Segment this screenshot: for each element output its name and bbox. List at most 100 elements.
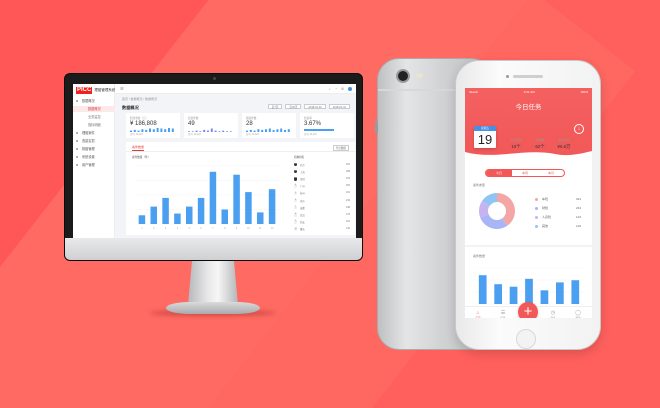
- app-logo[interactable]: PICC 理赔管理系统: [76, 87, 115, 94]
- stat-value: 10个: [511, 144, 521, 149]
- kpi-foot: 日均 12,423: [246, 133, 259, 136]
- kpi-card[interactable]: 结案件数 49 日均 12,423: [184, 113, 238, 138]
- rank-row[interactable]: 2 上海 298: [294, 169, 350, 175]
- rank-row[interactable]: 8 武汉 176: [294, 212, 350, 218]
- stat-label: 已完成: [535, 138, 545, 142]
- avatar[interactable]: [348, 86, 352, 91]
- menu-icon[interactable]: ☰: [120, 86, 124, 91]
- home-button[interactable]: [516, 329, 536, 349]
- spark-bar: [207, 130, 209, 132]
- x-tick-label: 7: [212, 227, 214, 230]
- rank-row[interactable]: 3 深圳 276: [294, 176, 350, 182]
- sidebar-item-label: 业务监控: [88, 115, 101, 119]
- chart-bar: [209, 171, 217, 224]
- rank-name: 成都: [300, 206, 305, 210]
- tab-item[interactable]: ◷消息: [543, 310, 563, 318]
- rank-row[interactable]: 10 重庆 132: [294, 227, 350, 233]
- menu-item-icon: [76, 155, 79, 159]
- sidebar-item[interactable]: 业务监控: [73, 114, 115, 120]
- legend-name: 财险: [542, 206, 549, 210]
- rank-value: 132: [346, 227, 350, 231]
- tab-item[interactable]: ◯我的: [568, 310, 588, 318]
- segment-1[interactable]: 本周: [512, 170, 538, 176]
- end-date-input[interactable]: 2018-01-31: [328, 104, 350, 109]
- tab-item[interactable]: ☰任务: [493, 310, 513, 318]
- tab-label: 消息: [543, 316, 563, 318]
- rank-name: 北京: [300, 163, 305, 167]
- rank-row[interactable]: 4 广州 254: [294, 184, 350, 190]
- logo-text: 理赔管理系统: [94, 88, 116, 92]
- spark-bar: [253, 130, 256, 132]
- spark-bar: [137, 130, 140, 132]
- rank-row[interactable]: 5 杭州 231: [294, 191, 350, 197]
- bell-icon[interactable]: ◔: [335, 87, 337, 91]
- kpi-card[interactable]: 结案率 3.67% 日均 12,423: [300, 113, 354, 138]
- rank-row[interactable]: 6 南京 219: [294, 198, 350, 204]
- legend-item: 其他 126: [535, 223, 581, 230]
- x-tick-label: 2: [153, 227, 155, 230]
- desktop-monitor: PICC 理赔管理系统 数据概况 数据概况 业务监控 指标明细 理赔案件 查勘定损 核赔管理…: [64, 73, 363, 261]
- calendar-day: 19: [477, 132, 493, 147]
- x-tick-label: 6: [200, 227, 202, 230]
- kpi-sparkline: [304, 129, 334, 131]
- rank-name: 重庆: [300, 228, 305, 232]
- filter-range-30[interactable]: 近30天: [285, 104, 302, 109]
- sidebar-item[interactable]: 数据概况: [73, 98, 115, 104]
- kpi-value: 28: [246, 121, 253, 127]
- legend-name: 人身险: [542, 215, 552, 219]
- sidebar-item[interactable]: 理赔案件: [73, 130, 115, 136]
- status-time: 9:41 AM: [523, 90, 535, 94]
- chart-bar: [494, 284, 502, 304]
- kpi-card[interactable]: 赔款金额（元） ¥ 186,808 日均 12,423: [126, 113, 180, 138]
- rank-value: 254: [346, 184, 350, 188]
- stat-item: 今日任务 10个: [505, 138, 527, 150]
- download-icon[interactable]: ↓: [574, 124, 584, 134]
- sidebar-item-label: 理赔案件: [82, 131, 95, 135]
- rank-name: 深圳: [300, 177, 305, 181]
- rank-name: 南京: [300, 199, 305, 203]
- chart-bar: [478, 275, 487, 304]
- legend-dot: [535, 215, 538, 219]
- segment-2[interactable]: 本月: [538, 170, 564, 176]
- chart-bar: [174, 213, 181, 224]
- sidebar-item[interactable]: 核赔管理: [73, 146, 115, 152]
- chart-panel: 案件数量 导出数据 案件数量（件） 1 2 3 4 5 6 7 8 9 10 11 12 机构排名 1…: [126, 142, 355, 235]
- spark-bar: [218, 131, 221, 132]
- spark-bar: [229, 131, 232, 132]
- sidebar-item[interactable]: 指标明细: [73, 122, 115, 128]
- period-segment: 今日 本周 本月: [485, 169, 565, 177]
- settings-icon[interactable]: ⚙: [341, 87, 344, 91]
- mobile-title: 今日任务: [515, 104, 542, 111]
- phone-front: Sketch 9:41 AM 100% 今日任务 ↓ 星期五 19 今日任务 10…: [455, 60, 601, 350]
- rank-value: 219: [346, 198, 350, 202]
- segment-0[interactable]: 今日: [486, 170, 512, 176]
- sidebar-item-label: 指标明细: [88, 123, 101, 127]
- menu-item-icon: [76, 99, 79, 103]
- filter-range-7[interactable]: 近7天: [267, 104, 283, 109]
- chart-bar: [571, 280, 580, 304]
- pie-chart: [479, 193, 515, 229]
- tab-item[interactable]: ⌂首页: [468, 310, 488, 318]
- rank-row[interactable]: 7 成都 198: [294, 205, 350, 211]
- sidebar-item[interactable]: 系统设置: [73, 154, 115, 160]
- rank-number: 6: [294, 198, 298, 203]
- chart-bar: [540, 290, 549, 304]
- menu-item-icon: [76, 139, 79, 143]
- rank-row[interactable]: 9 西安 154: [294, 220, 350, 226]
- sidebar-item-label: 查勘定损: [82, 139, 95, 143]
- kpi-card[interactable]: 报案件数 28 日均 12,423: [242, 113, 296, 138]
- spark-bar: [164, 129, 167, 132]
- spark-bar: [156, 128, 159, 132]
- spark-bar: [171, 128, 174, 132]
- sidebar-item[interactable]: 数据概况: [73, 106, 115, 112]
- sidebar-item-label: 数据概况: [82, 99, 95, 103]
- search-icon[interactable]: ⌕: [329, 87, 331, 91]
- add-button[interactable]: +: [518, 302, 538, 318]
- calendar-card[interactable]: 星期五 19: [474, 126, 496, 148]
- sidebar-item[interactable]: 用户管理: [73, 162, 115, 168]
- bar-section-label: 案件数量: [473, 254, 486, 258]
- start-date-input[interactable]: 2018-01-01: [304, 104, 326, 109]
- sidebar-item[interactable]: 查勘定损: [73, 138, 115, 144]
- spark-bar: [145, 129, 148, 132]
- rank-row[interactable]: 1 北京 323: [294, 162, 350, 168]
